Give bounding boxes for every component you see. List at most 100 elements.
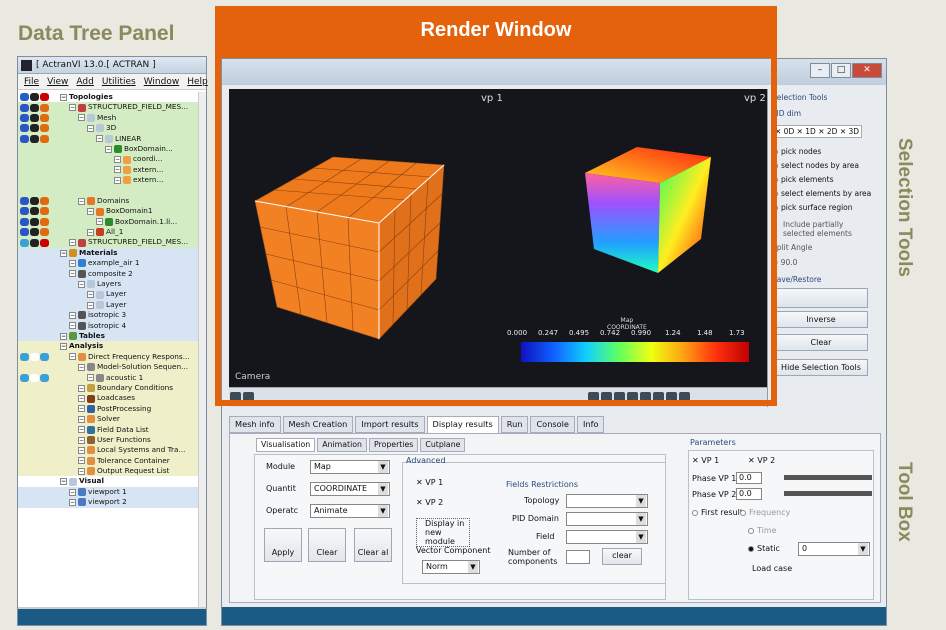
subtab-animation[interactable]: Animation [317,438,367,452]
expand-toggle-icon[interactable]: − [87,374,94,382]
tree-node[interactable]: − Tolerance Container [18,455,200,467]
expand-toggle-icon[interactable]: − [114,176,121,184]
visibility-toggle-icon[interactable] [30,207,39,216]
tree-node[interactable]: − STRUCTURED_FIELD_MES... [18,237,200,248]
visibility-toggle-icon[interactable] [40,134,49,143]
tree-node[interactable]: − STRUCTURED_FIELD_MES... [18,102,200,113]
visibility-toggle-icon[interactable] [20,134,29,143]
subtab-cutplane[interactable]: Cutplane [420,438,466,452]
tree-node[interactable]: − viewport 1 [18,486,200,498]
expand-toggle-icon[interactable]: − [60,93,67,101]
visibility-toggle-icon[interactable] [40,103,49,112]
tree-node[interactable] [18,185,200,196]
tree-node[interactable]: − Solver [18,414,200,425]
subtab-visualisation[interactable]: Visualisation [256,438,316,452]
expand-toggle-icon[interactable]: − [78,446,85,454]
param-vp1-check[interactable]: ✕ VP 1 [692,456,719,465]
expand-toggle-icon[interactable]: − [96,135,103,143]
phase-vp1-slider[interactable] [784,475,872,480]
dim-0d-check[interactable]: ✕ 0D [775,127,794,136]
save-restore-buttons[interactable] [774,288,868,308]
visibility-toggle-icon[interactable] [30,124,39,133]
tree-node[interactable]: − User Functions [18,434,200,446]
menu-add[interactable]: Add [76,77,93,87]
visibility-toggle-icon[interactable] [30,352,39,361]
tree-node[interactable]: − Layer [18,289,200,300]
module-select[interactable]: Map [310,460,390,474]
tree-node[interactable]: − Mesh [18,112,200,124]
tree-node[interactable]: − extern... [18,175,200,186]
visibility-toggle-icon[interactable] [30,228,39,237]
visibility-icons[interactable] [18,207,60,216]
expand-toggle-icon[interactable]: − [69,311,76,319]
expand-toggle-icon[interactable]: − [87,124,94,132]
tree-node[interactable]: − BoxDomain1 [18,206,200,217]
expand-toggle-icon[interactable]: − [60,343,67,351]
visibility-icons[interactable] [18,93,60,102]
expand-toggle-icon[interactable]: − [69,488,76,496]
visibility-icons[interactable] [18,134,60,143]
visibility-toggle-icon[interactable] [20,207,29,216]
option-pick-surface[interactable]: pick surface region [772,203,853,212]
tree-node[interactable]: − Materials [18,247,200,259]
tree-node[interactable]: − 3D [18,123,200,134]
visibility-toggle-icon[interactable] [30,238,39,247]
fields-clear-button[interactable]: clear [602,548,642,565]
inverse-button[interactable]: Inverse [774,311,868,328]
operator-select[interactable]: Animate [310,504,390,518]
tree-node[interactable]: − acoustic 1 [18,372,200,383]
time-radio[interactable]: Time [748,526,777,535]
frequency-radio[interactable]: Frequency [740,508,790,517]
expand-toggle-icon[interactable]: − [69,322,76,330]
expand-toggle-icon[interactable]: − [78,395,85,403]
tab-mesh-creation[interactable]: Mesh Creation [282,416,354,433]
clear-button[interactable]: Clear [308,528,346,562]
menu-help[interactable]: Help [187,77,208,87]
tree-node[interactable]: − isotropic 3 [18,310,200,321]
tree-node[interactable]: − Layers [18,279,200,290]
visibility-toggle-icon[interactable] [20,124,29,133]
tree-node[interactable]: − Layer [18,299,200,311]
visibility-icons[interactable] [18,124,60,133]
tree-node[interactable]: − Tables [18,330,200,342]
tree-node[interactable]: − PostProcessing [18,403,200,415]
tree-node[interactable]: − Output Request List [18,466,200,477]
tree-node[interactable]: − isotropic 4 [18,320,200,331]
tree-node[interactable]: − BoxDomain... [18,143,200,155]
vp2-check[interactable]: ✕ VP 2 [416,498,443,507]
subtab-properties[interactable]: Properties [368,438,419,452]
tree-node[interactable]: − Domains [18,195,200,207]
phase-vp1-input[interactable]: 0.0 [736,472,762,484]
expand-toggle-icon[interactable]: − [78,384,85,392]
tree-node[interactable]: − Local Systems and Tra... [18,445,200,456]
visibility-toggle-icon[interactable] [30,373,39,382]
expand-toggle-icon[interactable]: − [78,457,85,465]
menu-file[interactable]: File [24,77,39,87]
tree-node[interactable]: − Boundary Conditions [18,382,200,394]
visibility-toggle-icon[interactable] [20,197,29,206]
visibility-toggle-icon[interactable] [20,373,29,382]
menu-window[interactable]: Window [144,77,180,87]
visibility-toggle-icon[interactable] [30,134,39,143]
tree-node[interactable]: − All_1 [18,227,200,238]
tree-node[interactable]: − extern... [18,164,200,176]
visibility-toggle-icon[interactable] [30,217,39,226]
pid-domain-select[interactable] [566,512,648,526]
visibility-toggle-icon[interactable] [40,113,49,122]
static-select[interactable]: 0 [798,542,870,556]
num-components-input[interactable] [566,550,590,564]
visibility-toggle-icon[interactable] [20,217,29,226]
visibility-toggle-icon[interactable] [40,352,49,361]
expand-toggle-icon[interactable]: − [69,259,76,267]
visibility-toggle-icon[interactable] [30,93,39,102]
expand-toggle-icon[interactable]: − [69,270,76,278]
tree-node[interactable]: − Analysis [18,341,200,352]
visibility-toggle-icon[interactable] [40,93,49,102]
visibility-toggle-icon[interactable] [20,352,29,361]
tab-import-results[interactable]: Import results [355,416,425,433]
expand-toggle-icon[interactable]: − [78,467,85,475]
tree-node[interactable]: − Model-Solution Sequen... [18,362,200,373]
expand-toggle-icon[interactable]: − [78,415,85,423]
visibility-toggle-icon[interactable] [40,207,49,216]
expand-toggle-icon[interactable]: − [114,156,121,164]
